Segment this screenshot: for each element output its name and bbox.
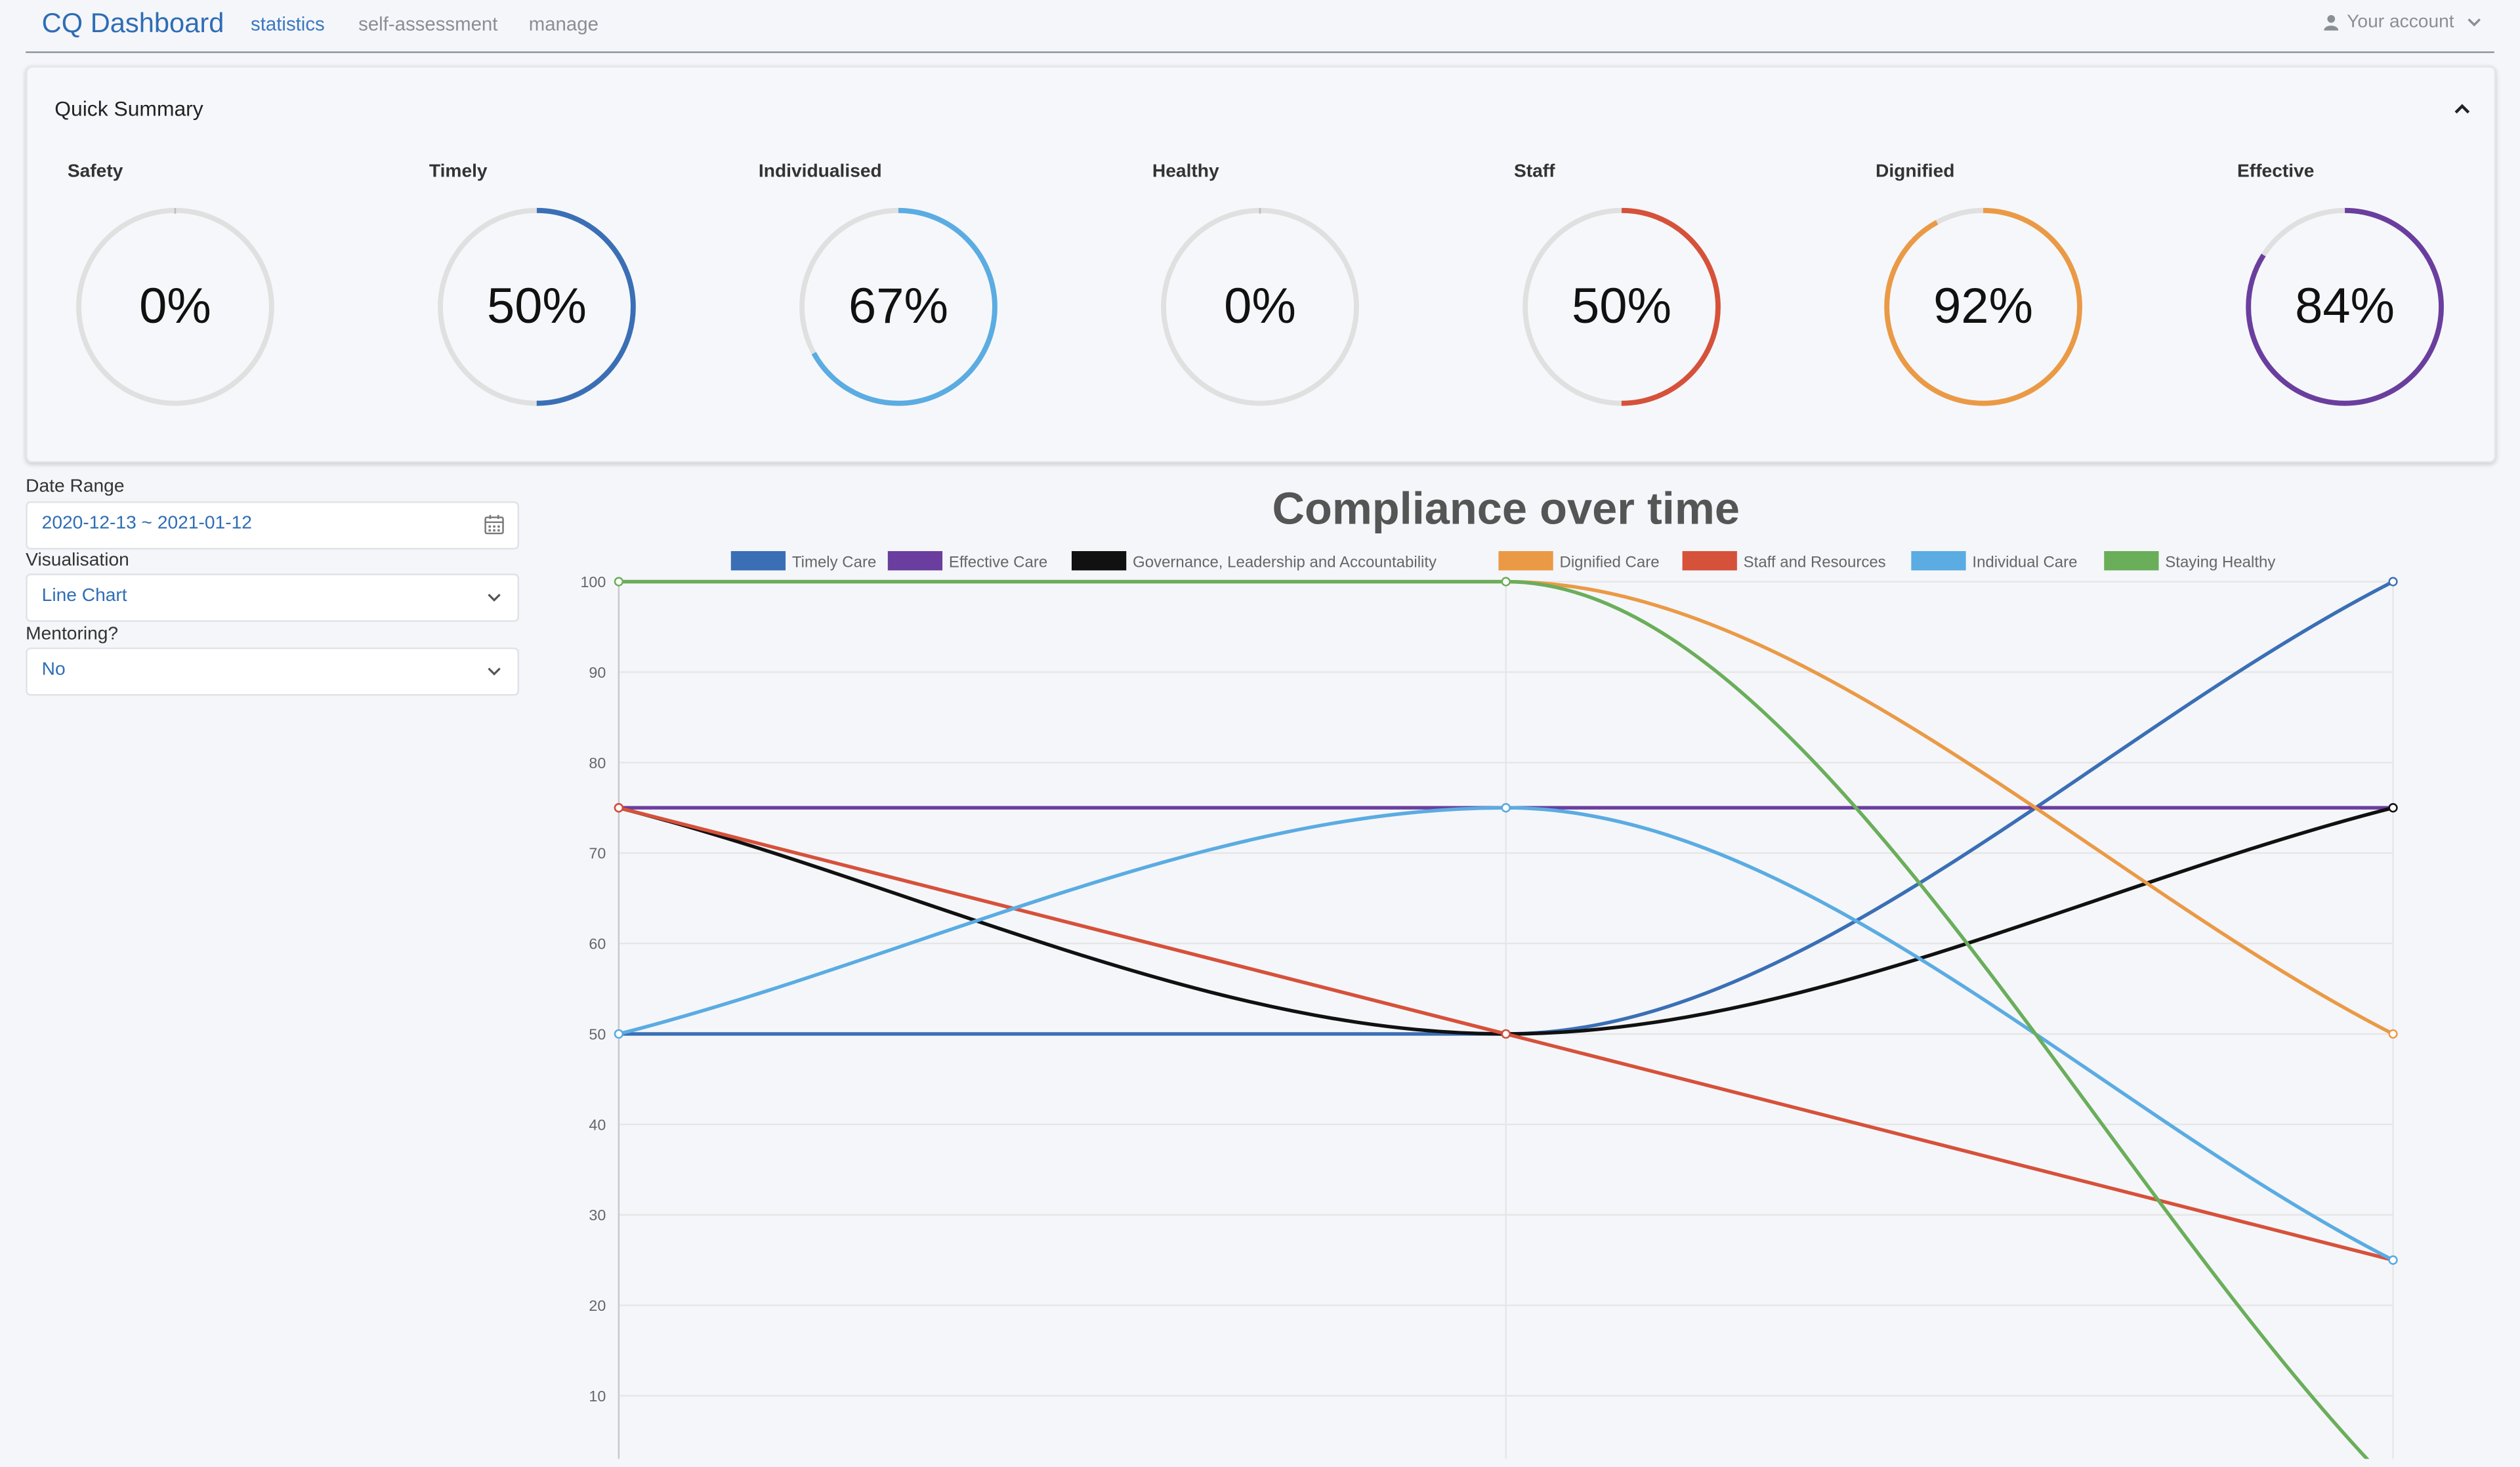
- line-chart: Compliance over time Timely Care Effective…: [580, 483, 2398, 1459]
- data-point: [2388, 1255, 2398, 1265]
- legend-swatch: [730, 551, 786, 571]
- legend-swatch: [1682, 551, 1737, 571]
- visualisation-value: Line Chart: [41, 586, 127, 606]
- data-point: [614, 1029, 623, 1039]
- date-range-value: 2020-12-13 ~ 2021-01-12: [41, 514, 252, 534]
- gauge-label-2: Individualised: [758, 162, 882, 182]
- gauge-3: 0%: [1159, 205, 1362, 408]
- chevron-down-icon: [488, 594, 501, 602]
- gauge-value-0: 0%: [139, 278, 211, 335]
- date-range-input[interactable]: 2020-12-13 ~ 2021-01-12: [26, 501, 520, 550]
- gauge-label-4: Staff: [1513, 162, 1555, 182]
- gauge-6: 84%: [2244, 205, 2446, 408]
- y-tick-label: 100: [580, 573, 606, 590]
- gauge-2: 67%: [797, 205, 1000, 408]
- y-tick-label: 20: [589, 1297, 606, 1314]
- y-tick-label: 30: [589, 1207, 606, 1224]
- mentoring-value: No: [41, 660, 66, 680]
- gauge-value-4: 50%: [1572, 278, 1671, 335]
- data-point: [2388, 577, 2398, 587]
- y-tick-label: 70: [589, 845, 606, 862]
- chevron-up-icon[interactable]: [2452, 100, 2471, 119]
- chevron-down-icon: [2468, 18, 2481, 27]
- compliance-chart: Compliance over time Timely Care Effective…: [547, 469, 2520, 1459]
- calendar-icon[interactable]: [484, 514, 505, 535]
- legend-label: Dignified Care: [1560, 553, 1660, 571]
- gauge-label-1: Timely: [429, 162, 488, 182]
- gauge-value-3: 0%: [1224, 278, 1296, 335]
- data-point: [2388, 1029, 2398, 1039]
- gauge-label-3: Healthy: [1152, 162, 1219, 182]
- legend-label: Individual Care: [1972, 553, 2077, 571]
- user-icon: [2324, 15, 2339, 31]
- gauge-1: 50%: [436, 205, 639, 408]
- legend-label: Timely Care: [792, 553, 876, 571]
- legend-swatch: [887, 551, 943, 571]
- gauge-5: 92%: [1882, 205, 2085, 408]
- legend-swatch: [1498, 551, 1553, 571]
- legend-label: Staying Healthy: [2165, 553, 2275, 571]
- nav-statistics[interactable]: statistics: [251, 13, 325, 35]
- account-menu[interactable]: Your account: [2324, 13, 2481, 32]
- data-point: [2388, 803, 2398, 813]
- y-tick-label: 10: [589, 1388, 606, 1405]
- data-point: [1501, 577, 1511, 587]
- nav-manage[interactable]: manage: [529, 13, 598, 35]
- account-label: Your account: [2347, 12, 2454, 32]
- mentoring-select[interactable]: No: [26, 647, 520, 696]
- quick-summary-panel: Quick Summary Safety 0% Timely 50% Individua…: [26, 66, 2496, 463]
- gauge-value-6: 84%: [2295, 278, 2395, 335]
- legend-label: Staff and Resources: [1744, 553, 1886, 571]
- brand-logo[interactable]: CQ Dashboard: [42, 8, 224, 40]
- gauge-4: 50%: [1521, 205, 1723, 408]
- visualisation-label: Visualisation: [26, 551, 129, 571]
- y-tick-label: 90: [589, 664, 606, 681]
- nav-self-assessment[interactable]: self-assessment: [358, 13, 497, 35]
- date-range-label: Date Range: [26, 477, 125, 497]
- visualisation-select[interactable]: Line Chart: [26, 573, 520, 622]
- mentoring-label: Mentoring?: [26, 625, 119, 645]
- gauge-value-1: 50%: [486, 278, 587, 335]
- gauge-label-5: Dignified: [1875, 162, 1955, 182]
- legend-swatch: [1911, 551, 1966, 571]
- quick-summary-title: Quick Summary: [54, 96, 203, 121]
- gauge-label-0: Safety: [67, 162, 123, 182]
- legend-label: Governance, Leadership and Accountabilit…: [1133, 553, 1437, 571]
- y-tick-label: 60: [589, 936, 606, 953]
- gauge-value-5: 92%: [1933, 278, 2034, 335]
- data-point: [614, 577, 623, 587]
- chart-title: Compliance over time: [1272, 483, 1740, 533]
- y-tick-label: 80: [589, 754, 606, 772]
- legend-label: Effective Care: [949, 553, 1047, 571]
- navbar: CQ Dashboard statistics self-assessment …: [26, 0, 2494, 53]
- data-point: [1501, 803, 1511, 813]
- legend-swatch: [2104, 551, 2159, 571]
- y-tick-label: 40: [589, 1116, 606, 1133]
- chevron-down-icon: [488, 667, 501, 676]
- y-tick-label: 50: [589, 1026, 606, 1043]
- chart-legend: Timely Care Effective Care Governance, Lea…: [730, 551, 2275, 571]
- gauge-0: 0%: [74, 205, 277, 408]
- gauge-label-6: Effective: [2237, 162, 2315, 182]
- data-point: [1501, 1029, 1511, 1039]
- data-point: [614, 803, 623, 813]
- legend-swatch: [1071, 551, 1127, 571]
- gauge-value-2: 67%: [848, 278, 948, 335]
